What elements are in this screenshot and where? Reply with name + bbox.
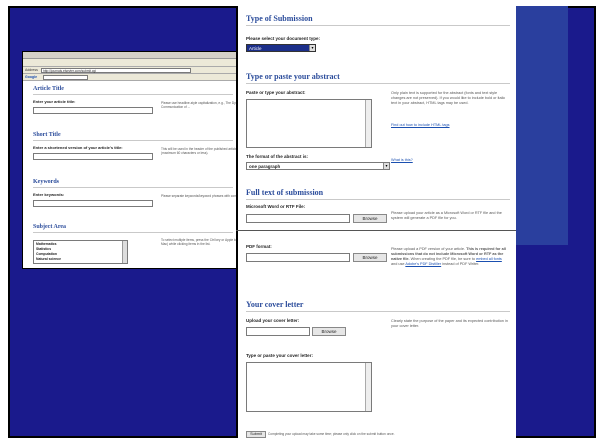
submit-note: Completing your upload may take some tim… <box>268 432 395 436</box>
divider <box>246 311 510 312</box>
help-text: Please upload your article as a Microsof… <box>391 211 502 221</box>
what-is-this-link[interactable]: What is this? <box>391 158 413 163</box>
field-label: Please select your document type: <box>246 36 321 41</box>
pdf-file-input[interactable] <box>246 253 350 262</box>
section-title: Type of Submission <box>246 14 313 23</box>
google-toolbar[interactable]: Google <box>23 74 246 81</box>
cover-letter-textarea[interactable] <box>246 362 372 412</box>
abstract-textarea[interactable] <box>246 99 372 148</box>
submit-button[interactable]: Submit <box>246 431 266 438</box>
pdf-help-text: Please upload a PDF version of your arti… <box>391 247 506 267</box>
google-label: Google <box>25 75 38 79</box>
keywords-input[interactable] <box>33 200 153 207</box>
field-label: Enter a shortened version of your articl… <box>33 145 123 150</box>
section-title: Your cover letter <box>246 300 304 309</box>
browser-menubar[interactable] <box>23 52 246 59</box>
help-text: Please use headline-style capitalization… <box>161 101 245 110</box>
subject-listbox[interactable]: Mathematics Statistics Computation Natur… <box>33 240 128 264</box>
divider <box>33 232 233 233</box>
address-input[interactable]: http://journals.elsevier.com/submit.cgi <box>41 68 191 73</box>
browse-button[interactable]: Browse <box>312 327 346 336</box>
section-title: Article Title <box>33 86 64 92</box>
field-label: Microsoft Word or RTF File: <box>246 204 306 209</box>
browse-button[interactable]: Browse <box>353 253 387 262</box>
browser-toolbar[interactable] <box>23 59 246 67</box>
list-item[interactable]: Statistics <box>36 247 51 251</box>
browser-window: Address http://journals.elsevier.com/sub… <box>22 51 247 269</box>
field-label: PDF format: <box>246 244 272 249</box>
address-bar[interactable]: Address http://journals.elsevier.com/sub… <box>23 67 246 74</box>
list-item[interactable]: Mathematics <box>36 242 57 246</box>
abstract-format-select[interactable]: one paragraph ▾ <box>246 162 390 170</box>
cover-letter-file-input[interactable] <box>246 327 310 336</box>
help-text: To select multiple items, press the Ctrl… <box>161 238 245 247</box>
screenshot-seam <box>236 230 516 231</box>
field-label: The format of the abstract is: <box>246 154 309 159</box>
divider <box>33 140 233 141</box>
divider <box>246 199 510 200</box>
google-search-input[interactable] <box>43 75 88 80</box>
listbox-scrollbar[interactable] <box>122 241 127 263</box>
side-panel <box>516 6 568 231</box>
field-label: Upload your cover letter: <box>246 318 300 323</box>
section-title: Subject Area <box>33 224 67 230</box>
help-text: Please separate keywords/keyword phrases… <box>161 194 244 198</box>
field-label: Enter keywords: <box>33 192 65 197</box>
divider <box>246 83 510 84</box>
address-label: Address <box>25 68 38 72</box>
list-item[interactable]: Natural science <box>36 257 61 261</box>
field-label: Paste or type your abstract: <box>246 90 306 95</box>
article-title-input[interactable] <box>33 107 153 114</box>
field-label: Enter your article title: <box>33 99 76 104</box>
section-title: Short Title <box>33 132 61 138</box>
short-title-input[interactable] <box>33 153 153 160</box>
help-text: Only plain text is supported for the abs… <box>391 91 506 106</box>
divider <box>246 25 510 26</box>
textarea-scrollbar[interactable] <box>365 363 371 411</box>
browse-button[interactable]: Browse <box>353 214 387 223</box>
html-tags-link[interactable]: Find out how to include HTML tags <box>391 123 450 128</box>
submission-form-page: Type of Submission Please select your do… <box>236 6 516 438</box>
textarea-scrollbar[interactable] <box>365 100 371 147</box>
divider <box>33 187 233 188</box>
embed-fonts-link[interactable]: embed all fonts <box>476 257 502 261</box>
section-title: Full text of submission <box>246 188 324 197</box>
pdf-distiller-link[interactable]: Adobe's PDF Distiller <box>405 262 441 266</box>
chevron-down-icon[interactable]: ▾ <box>309 45 315 51</box>
section-title: Type or paste your abstract <box>246 72 340 81</box>
divider <box>33 94 233 95</box>
word-file-input[interactable] <box>246 214 350 223</box>
chevron-down-icon[interactable]: ▾ <box>383 163 389 169</box>
list-item[interactable]: Computation <box>36 252 57 256</box>
help-text: Clearly state the purpose of the paper a… <box>391 319 508 329</box>
section-title: Keywords <box>33 179 59 185</box>
field-label: Type or paste your cover letter: <box>246 353 313 358</box>
document-type-select[interactable]: Article ▾ <box>246 44 316 52</box>
help-text: This will be used in the header of the p… <box>161 147 237 156</box>
side-panel <box>516 231 568 245</box>
